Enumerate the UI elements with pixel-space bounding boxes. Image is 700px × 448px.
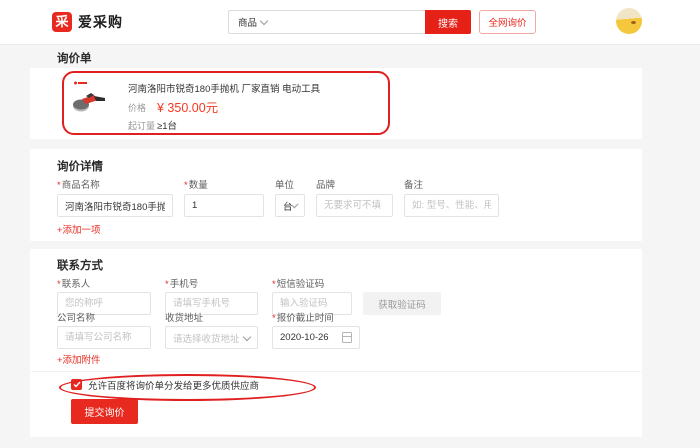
angle-grinder-image xyxy=(72,79,106,117)
user-avatar[interactable] xyxy=(616,8,642,34)
global-inquiry-button[interactable]: 全网询价 xyxy=(479,10,536,34)
detail-section-title: 询价详情 xyxy=(57,158,103,174)
phone-label: *手机号 xyxy=(165,276,198,290)
inquiry-detail-card: 询价详情 *商品名称 *数量 单位 台 品牌 备注 +添加一项 xyxy=(30,149,642,241)
product-summary-card: 河南洛阳市锐奇180手抛机 厂家直销 电动工具 价格 ¥ 350.00元 起订量… xyxy=(30,68,642,139)
price-label: 价格 xyxy=(128,101,146,114)
calendar-icon xyxy=(342,332,352,343)
consent-text: 允许百度将询价单分发给更多优质供应商 xyxy=(88,378,259,392)
required-asterisk: * xyxy=(272,279,276,290)
deadline-label: *报价截止时间 xyxy=(272,310,334,324)
add-attachment-link[interactable]: +添加附件 xyxy=(57,352,101,366)
chevron-down-icon xyxy=(243,332,251,340)
note-label: 备注 xyxy=(404,177,423,191)
contact-section-title: 联系方式 xyxy=(57,257,103,273)
required-asterisk: * xyxy=(272,313,276,324)
quantity-label: *数量 xyxy=(184,177,208,191)
add-item-link[interactable]: +添加一项 xyxy=(57,222,101,236)
get-code-button[interactable]: 获取验证码 xyxy=(363,292,441,315)
address-select[interactable]: 请选择收货地址 xyxy=(165,326,258,349)
section-divider xyxy=(31,371,641,372)
brand-name: 爱采购 xyxy=(78,12,123,32)
search-input[interactable] xyxy=(273,12,425,32)
submit-inquiry-button[interactable]: 提交询价 xyxy=(71,399,138,424)
product-name-label: *商品名称 xyxy=(57,177,100,191)
avatar-face-mark xyxy=(631,21,636,24)
price-value: ¥ 350.00元 xyxy=(157,97,218,116)
search-category-dropdown[interactable]: 商品 xyxy=(229,11,273,33)
company-label: 公司名称 xyxy=(57,310,95,324)
sms-code-label: *短信验证码 xyxy=(272,276,324,290)
product-name-input[interactable] xyxy=(57,194,173,217)
unit-label: 单位 xyxy=(275,177,294,191)
unit-select[interactable]: 台 xyxy=(275,194,305,217)
page: 采 爱采购 商品 搜索 全网询价 询价单 xyxy=(0,0,700,448)
note-input[interactable] xyxy=(404,194,499,217)
chevron-down-icon xyxy=(260,17,268,25)
brand-input[interactable] xyxy=(316,194,393,217)
consent-checkbox[interactable] xyxy=(71,379,82,390)
search-button[interactable]: 搜索 xyxy=(425,10,471,34)
required-asterisk: * xyxy=(57,180,61,191)
product-title: 河南洛阳市锐奇180手抛机 厂家直销 电动工具 xyxy=(128,81,320,95)
page-title: 询价单 xyxy=(57,50,92,66)
company-input[interactable] xyxy=(57,326,151,349)
search-category-label: 商品 xyxy=(238,15,257,29)
deadline-date-picker[interactable]: 2020-10-26 xyxy=(272,326,360,349)
address-placeholder: 请选择收货地址 xyxy=(173,331,240,345)
required-asterisk: * xyxy=(184,180,188,191)
address-label: 收货地址 xyxy=(165,310,203,324)
moq-value: ≥1台 xyxy=(157,118,177,132)
contact-name-label: *联系人 xyxy=(57,276,90,290)
brand-label: 品牌 xyxy=(316,177,335,191)
product-image[interactable] xyxy=(72,79,106,117)
search-bar: 商品 搜索 xyxy=(228,10,471,34)
logo-icon: 采 xyxy=(52,12,72,32)
contact-card: 联系方式 *联系人 *手机号 *短信验证码 获取验证码 公司名称 收货地址 请选… xyxy=(30,249,642,437)
check-icon xyxy=(73,381,81,388)
header: 采 爱采购 商品 搜索 全网询价 xyxy=(0,0,700,45)
deadline-value: 2020-10-26 xyxy=(280,332,329,343)
required-asterisk: * xyxy=(57,279,61,290)
moq-label: 起订量 xyxy=(128,119,155,132)
required-asterisk: * xyxy=(165,279,169,290)
logo[interactable]: 采 爱采购 xyxy=(52,12,123,32)
quantity-input[interactable] xyxy=(184,194,264,217)
